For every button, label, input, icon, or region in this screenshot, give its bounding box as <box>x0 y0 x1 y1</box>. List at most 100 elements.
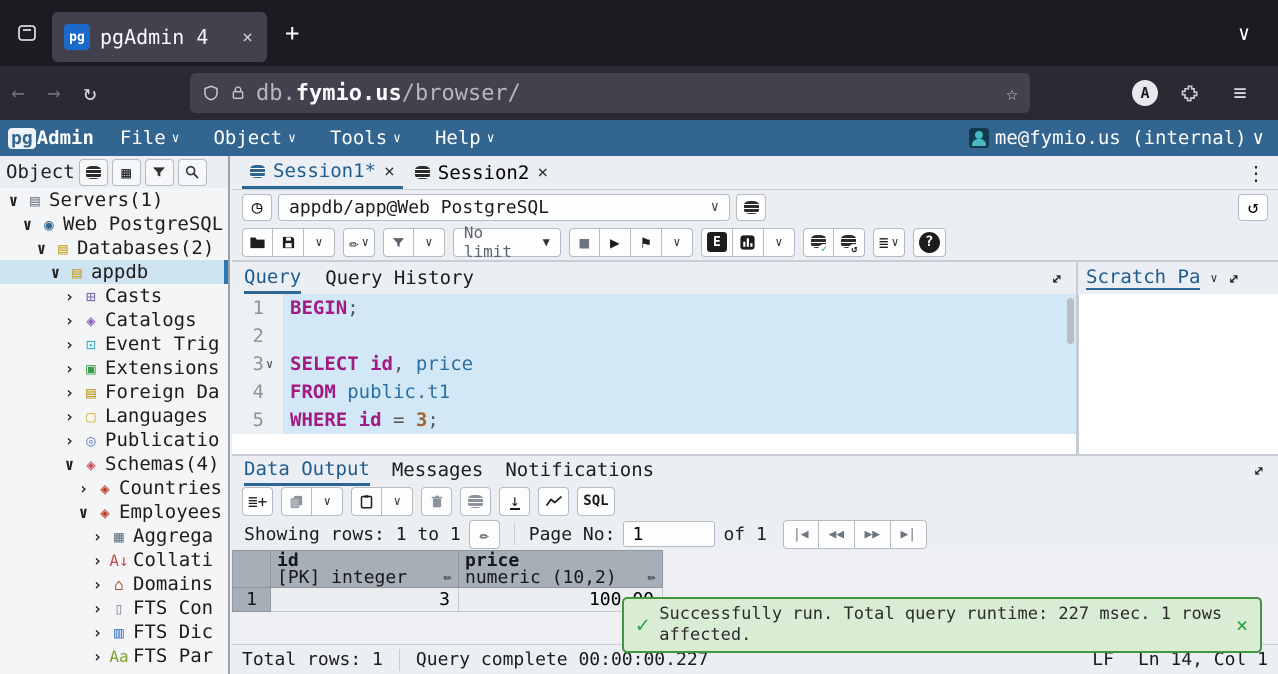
filter-button[interactable] <box>383 228 414 257</box>
search-icon[interactable] <box>178 159 207 186</box>
edit-column-icon[interactable]: ✏ <box>648 569 656 586</box>
tab-data-output[interactable]: Data Output <box>244 455 370 486</box>
next-page-button[interactable]: ▶▶ <box>855 520 891 549</box>
help-button[interactable]: ? <box>913 228 946 257</box>
bookmark-star-icon[interactable]: ☆ <box>1006 81 1018 105</box>
url-bar[interactable]: db.fymio.us/browser/ ☆ <box>190 73 1030 113</box>
chevron-right-icon[interactable]: › <box>90 671 105 674</box>
edit-column-icon[interactable]: ✏ <box>444 569 452 586</box>
chevron-down-icon[interactable]: ∨ <box>34 239 49 258</box>
corner-header[interactable] <box>233 551 271 588</box>
close-icon[interactable]: × <box>537 162 548 183</box>
chevron-down-icon[interactable]: ∨ <box>62 455 77 474</box>
delete-row-button[interactable] <box>421 487 452 516</box>
reset-layout-icon[interactable]: ↺ <box>1238 194 1268 221</box>
fold-marker-icon[interactable]: ∨ <box>266 357 279 371</box>
menu-file[interactable]: File∨ <box>120 127 180 149</box>
tree-item-fts-parsers[interactable]: ›AaFTS Par <box>0 644 228 668</box>
scratch-pad-editor[interactable] <box>1078 294 1278 454</box>
tree-item-appdb[interactable]: ∨▤appdb <box>0 260 228 284</box>
chevron-right-icon[interactable]: › <box>62 287 77 306</box>
editor-scrollbar[interactable] <box>1067 298 1074 344</box>
close-icon[interactable]: × <box>384 161 395 182</box>
chevron-down-icon[interactable]: ∨ <box>20 215 35 234</box>
save-file-button[interactable] <box>273 228 304 257</box>
grid-view-icon[interactable]: ▦ <box>112 159 141 186</box>
add-row-button[interactable]: ≣+ <box>242 487 273 516</box>
menu-tools[interactable]: Tools∨ <box>330 127 401 149</box>
tree-item-countries[interactable]: ›◈Countries <box>0 476 228 500</box>
editor-line[interactable]: 2 <box>232 322 1076 350</box>
chevron-right-icon[interactable]: › <box>62 431 77 450</box>
chevron-down-icon[interactable]: ∨ <box>6 191 21 210</box>
tab-session2[interactable]: Session2 × <box>407 156 556 189</box>
paste-chevron-icon[interactable]: ∨ <box>382 487 413 516</box>
paste-button[interactable] <box>351 487 382 516</box>
filter-options-chevron-icon[interactable]: ∨ <box>414 228 445 257</box>
chevron-right-icon[interactable]: › <box>62 335 77 354</box>
editor-line[interactable]: 3∨SELECT id, price <box>232 350 1076 378</box>
tab-notifications[interactable]: Notifications <box>505 455 654 486</box>
tree-item-employees[interactable]: ∨◈Employees <box>0 500 228 524</box>
history-clock-icon[interactable]: ◷ <box>242 194 272 221</box>
row-number-cell[interactable]: 1 <box>233 588 271 612</box>
explain-analyze-button[interactable] <box>733 228 764 257</box>
chevron-right-icon[interactable]: › <box>90 647 105 666</box>
execute-button[interactable]: ▶ <box>600 228 631 257</box>
tree-item-extensions[interactable]: ›▣Extensions <box>0 356 228 380</box>
save-options-chevron-icon[interactable]: ∨ <box>304 228 335 257</box>
commit-button[interactable]: ✓ <box>803 228 834 257</box>
tab-messages[interactable]: Messages <box>392 455 484 486</box>
sql-editor[interactable]: 1BEGIN;23∨SELECT id, price4FROM public.t… <box>232 294 1076 454</box>
chevron-right-icon[interactable]: › <box>76 479 91 498</box>
chevron-down-icon[interactable]: ∨ <box>76 503 91 522</box>
forward-icon[interactable]: → <box>36 81 72 106</box>
new-tab-button[interactable]: + <box>285 19 299 47</box>
chevron-right-icon[interactable]: › <box>90 551 105 570</box>
tree-item-foreign-data[interactable]: ›▤Foreign Da <box>0 380 228 404</box>
copy-button[interactable] <box>281 487 312 516</box>
copy-chevron-icon[interactable]: ∨ <box>312 487 343 516</box>
execute-options-button[interactable]: ⚑ <box>631 228 662 257</box>
chevron-right-icon[interactable]: › <box>90 599 105 618</box>
editor-line[interactable]: 5WHERE id = 3; <box>232 406 1076 434</box>
shield-icon[interactable] <box>202 84 220 102</box>
kebab-menu-icon[interactable]: ⋮ <box>1246 161 1266 185</box>
firefox-view-icon[interactable] <box>12 20 42 46</box>
connection-select[interactable]: appdb/app@Web PostgreSQL ∨ <box>278 194 730 221</box>
database-icon[interactable] <box>79 159 108 186</box>
tree-item-schemas[interactable]: ∨◈Schemas(4) <box>0 452 228 476</box>
pgadmin-logo[interactable]: pg Admin <box>8 127 94 149</box>
url-text[interactable]: db.fymio.us/browser/ <box>256 81 996 106</box>
cell-id[interactable]: 3 <box>271 588 459 612</box>
chevron-down-icon[interactable]: ∨ <box>48 263 63 282</box>
editor-line[interactable]: 1BEGIN; <box>232 294 1076 322</box>
tab-query-history[interactable]: Query History <box>325 263 474 294</box>
cancel-query-button[interactable]: ■ <box>569 228 600 257</box>
page-number-input[interactable] <box>623 521 715 547</box>
tree-item-fts-configurations[interactable]: ›▯FTS Con <box>0 596 228 620</box>
execute-chevron-icon[interactable]: ∨ <box>662 228 693 257</box>
tree-item-partial[interactable]: ›▢ <box>0 668 228 674</box>
edit-button[interactable]: ✏∨ <box>343 228 375 257</box>
tree-item-servers[interactable]: ∨▤Servers(1) <box>0 188 228 212</box>
chevron-down-icon[interactable]: ∨ <box>1210 271 1217 285</box>
lock-icon[interactable] <box>230 85 246 101</box>
list-all-tabs-icon[interactable]: ∨ <box>1238 21 1250 45</box>
tree-item-fts-dictionaries[interactable]: ›▥FTS Dic <box>0 620 228 644</box>
tree-item-web-postgresql[interactable]: ∨◉Web PostgreSQL <box>0 212 228 236</box>
editor-line[interactable]: 4FROM public.t1 <box>232 378 1076 406</box>
table-row[interactable]: 1 3 100.00 <box>233 588 663 612</box>
column-header-price[interactable]: price numeric (10,2)✏ <box>459 551 663 588</box>
save-data-changes-button[interactable] <box>460 487 491 516</box>
maximize-icon[interactable]: ↔ <box>1045 267 1068 290</box>
last-page-button[interactable]: ▶| <box>891 520 927 549</box>
tree-item-event-triggers[interactable]: ›⊡Event Trig <box>0 332 228 356</box>
download-button[interactable]: ↓ <box>499 487 530 516</box>
browser-tab[interactable]: pg pgAdmin 4 × <box>52 12 267 62</box>
column-header-id[interactable]: id [PK] integer✏ <box>271 551 459 588</box>
tree-item-casts[interactable]: ›⊞Casts <box>0 284 228 308</box>
macros-button[interactable]: ≣∨ <box>873 228 905 257</box>
extensions-puzzle-icon[interactable] <box>1180 83 1200 103</box>
account-icon[interactable]: A <box>1132 80 1158 106</box>
